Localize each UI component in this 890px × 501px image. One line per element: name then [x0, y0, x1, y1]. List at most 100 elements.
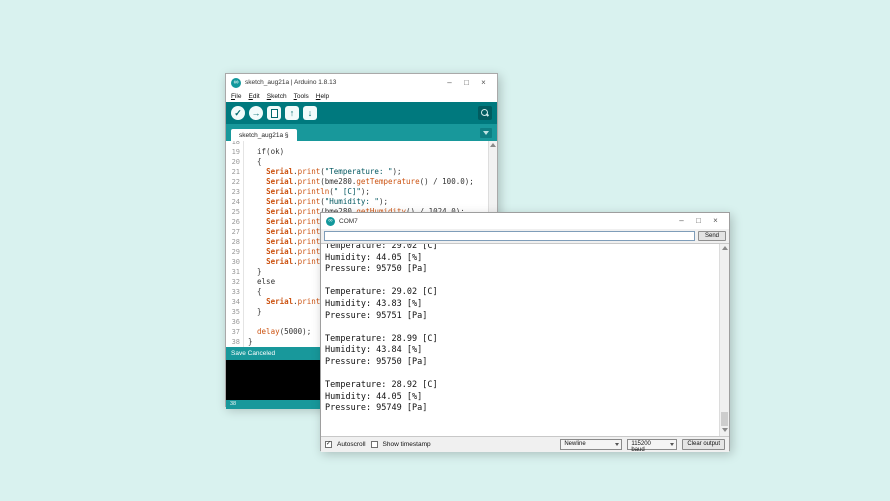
status-message: Save Canceled	[231, 350, 275, 357]
tab-list-button[interactable]	[480, 128, 492, 138]
new-sketch-button[interactable]	[267, 106, 281, 120]
code-text: }	[244, 337, 253, 347]
code-text: Serial.print(bme280.getTemperature() / 1…	[244, 177, 474, 187]
verify-button[interactable]: ✓	[231, 106, 245, 120]
serial-output-line: Temperature: 29.02 [C]	[325, 287, 718, 299]
serial-monitor-window: ∞ COM7 – □ × Send Temperature: 29.02 [C]…	[320, 212, 730, 451]
clear-output-button[interactable]: Clear output	[682, 439, 725, 450]
serial-output-line: Pressure: 95751 [Pa]	[325, 311, 718, 323]
code-text: delay(5000);	[244, 327, 311, 337]
line-number: 35	[226, 307, 244, 317]
serial-output-line: Humidity: 44.05 [%]	[325, 392, 718, 404]
autoscroll-checkbox[interactable]: ✓	[325, 441, 332, 448]
serial-output-line: Pressure: 95750 [Pa]	[325, 357, 718, 369]
serial-input[interactable]	[324, 231, 695, 241]
desktop-background: ∞ sketch_aug21a | Arduino 1.8.13 – □ × F…	[0, 0, 890, 501]
serial-output-line	[325, 369, 718, 381]
code-text: Serial.printl	[244, 297, 325, 307]
line-number: 19	[226, 147, 244, 157]
minimize-icon[interactable]: –	[441, 77, 458, 89]
check-icon: ✓	[234, 108, 242, 119]
serial-titlebar[interactable]: ∞ COM7 – □ ×	[321, 213, 729, 229]
line-number: 34	[226, 297, 244, 307]
current-line-number: 38	[230, 401, 236, 407]
menu-sketch[interactable]: Sketch	[267, 93, 287, 100]
serial-output-line: Humidity: 43.83 [%]	[325, 299, 718, 311]
line-number: 25	[226, 207, 244, 217]
open-button[interactable]: ↑	[285, 106, 299, 120]
line-number: 36	[226, 317, 244, 327]
serial-output-line: Temperature: 28.99 [C]	[325, 334, 718, 346]
scroll-up-icon[interactable]	[722, 246, 728, 250]
code-text: Serial.printl	[244, 247, 325, 257]
serial-output-area[interactable]: Temperature: 29.02 [C]Humidity: 44.05 [%…	[321, 243, 729, 437]
magnifier-icon	[481, 109, 489, 117]
code-text: {	[244, 287, 262, 297]
maximize-icon[interactable]: □	[458, 77, 475, 89]
code-line: 20 {	[226, 157, 488, 167]
tab-sketch-aug21a[interactable]: sketch_aug21a §	[231, 129, 297, 141]
arduino-logo-icon: ∞	[326, 217, 335, 226]
maximize-icon[interactable]: □	[690, 215, 707, 227]
serial-output-line	[325, 276, 718, 288]
menu-help[interactable]: Help	[316, 93, 329, 100]
code-text: }	[244, 267, 262, 277]
menu-file[interactable]: File	[231, 93, 242, 100]
code-line: 24 Serial.print("Humidity: ");	[226, 197, 488, 207]
save-button[interactable]: ↓	[303, 106, 317, 120]
line-number: 27	[226, 227, 244, 237]
line-number: 21	[226, 167, 244, 177]
document-icon	[271, 109, 278, 118]
menu-edit[interactable]: Edit	[249, 93, 260, 100]
serial-output-line: Temperature: 28.92 [C]	[325, 380, 718, 392]
line-number: 38	[226, 337, 244, 347]
upload-button[interactable]: →	[249, 106, 263, 120]
code-line: 22 Serial.print(bme280.getTemperature() …	[226, 177, 488, 187]
line-number: 30	[226, 257, 244, 267]
show-timestamp-label: Show timestamp	[383, 441, 431, 448]
line-ending-dropdown[interactable]: Newline	[560, 439, 622, 450]
code-line: 19 if(ok)	[226, 147, 488, 157]
code-text: {	[244, 157, 262, 167]
code-text: }	[244, 307, 262, 317]
close-icon[interactable]: ×	[475, 77, 492, 89]
code-text: else	[244, 277, 275, 287]
arrow-right-icon: →	[252, 108, 261, 118]
chevron-down-icon	[483, 131, 489, 135]
ide-menubar: File Edit Sketch Tools Help	[226, 91, 497, 102]
serial-bottom-bar: ✓ Autoscroll Show timestamp Newline 1152…	[321, 437, 729, 452]
line-number: 37	[226, 327, 244, 337]
serial-scrollbar[interactable]	[719, 244, 729, 436]
serial-output-line	[325, 322, 718, 334]
autoscroll-label: Autoscroll	[337, 441, 366, 448]
arrow-down-icon: ↓	[308, 108, 313, 118]
code-text: Serial.printl	[244, 257, 325, 267]
menu-tools[interactable]: Tools	[294, 93, 309, 100]
ide-titlebar[interactable]: ∞ sketch_aug21a | Arduino 1.8.13 – □ ×	[226, 74, 497, 91]
scroll-up-icon[interactable]	[490, 143, 496, 147]
send-button[interactable]: Send	[698, 231, 726, 241]
serial-output-line: Pressure: 95749 [Pa]	[325, 403, 718, 415]
serial-output-line: Temperature: 29.02 [C]	[325, 243, 718, 253]
code-line: 23 Serial.println(" [C]");	[226, 187, 488, 197]
minimize-icon[interactable]: –	[673, 215, 690, 227]
code-text: Serial.println(" [C]");	[244, 187, 370, 197]
line-number: 22	[226, 177, 244, 187]
serial-monitor-button[interactable]	[478, 106, 492, 120]
serial-output-line: Humidity: 43.84 [%]	[325, 345, 718, 357]
code-text: Serial.print("Temperature: ");	[244, 167, 402, 177]
line-number: 29	[226, 247, 244, 257]
line-number: 26	[226, 217, 244, 227]
code-text: Serial.print(	[244, 237, 325, 247]
serial-output-line: Humidity: 44.05 [%]	[325, 253, 718, 265]
show-timestamp-checkbox[interactable]	[371, 441, 378, 448]
arduino-logo-icon: ∞	[231, 78, 241, 88]
baud-rate-dropdown[interactable]: 115200 baud	[627, 439, 677, 450]
scrollbar-thumb[interactable]	[721, 412, 728, 426]
line-number: 23	[226, 187, 244, 197]
line-number: 28	[226, 237, 244, 247]
scroll-down-icon[interactable]	[722, 428, 728, 432]
code-text: Serial.print(	[244, 227, 325, 237]
close-icon[interactable]: ×	[707, 215, 724, 227]
code-text: if(ok)	[244, 147, 284, 157]
